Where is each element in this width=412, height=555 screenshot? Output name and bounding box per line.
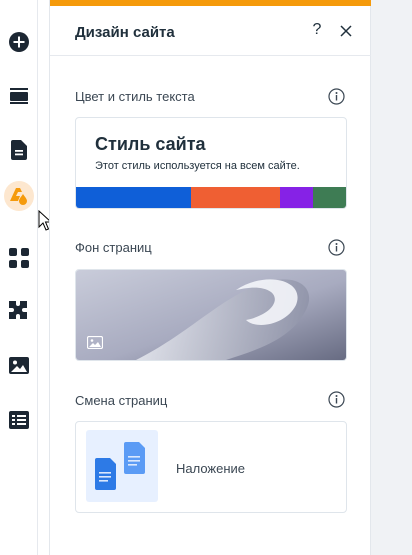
palette-swatch — [280, 187, 313, 208]
apps-grid-icon — [9, 248, 29, 268]
info-icon[interactable] — [328, 239, 345, 256]
image-badge-icon — [87, 336, 103, 349]
editor-canvas-edge — [371, 0, 412, 555]
info-icon[interactable] — [328, 88, 345, 105]
add-circle-icon — [9, 32, 29, 52]
palette-swatch — [76, 187, 191, 208]
page-transitions-card[interactable]: Наложение — [75, 421, 347, 513]
transition-value: Наложение — [176, 461, 246, 476]
pages-icon — [11, 140, 27, 160]
help-button[interactable]: ? — [308, 21, 326, 41]
sidebar-item-business[interactable] — [0, 294, 38, 328]
sidebar-item-media[interactable] — [0, 348, 38, 382]
style-preview-subtitle: Этот стиль используется на всем сайте. — [95, 160, 300, 172]
page-background-card[interactable] — [75, 269, 347, 361]
transition-preview — [86, 430, 158, 502]
style-preview-title: Стиль сайта — [95, 134, 206, 154]
palette-swatch — [191, 187, 280, 208]
sidebar-item-apps[interactable] — [0, 241, 38, 275]
menus-icon — [10, 88, 28, 104]
overlapping-pages-icon — [95, 442, 145, 490]
page-transitions-label: Смена страниц — [75, 393, 168, 408]
close-icon[interactable] — [338, 23, 354, 39]
panel-title: Дизайн сайта — [75, 24, 175, 41]
info-icon[interactable] — [328, 391, 345, 408]
sidebar-item-menus[interactable] — [0, 79, 38, 113]
left-sidebar — [0, 0, 38, 555]
sidebar-item-cms[interactable] — [0, 403, 38, 437]
image-icon — [9, 356, 29, 374]
puzzle-icon — [9, 301, 27, 319]
site-design-panel: Дизайн сайта ? Цвет и стиль текста Стиль… — [49, 0, 372, 555]
panel-header: Дизайн сайта ? — [50, 6, 372, 56]
sidebar-item-pages[interactable] — [0, 133, 38, 167]
palette-swatch — [313, 187, 346, 208]
table-icon — [9, 411, 29, 429]
text-style-card[interactable]: Стиль сайта Этот стиль используется на в… — [75, 117, 347, 209]
sidebar-item-site-design[interactable] — [0, 179, 38, 213]
text-style-label: Цвет и стиль текста — [75, 89, 195, 104]
color-palette — [76, 187, 346, 208]
paint-drop-icon — [10, 188, 27, 205]
sidebar-item-add[interactable] — [0, 25, 38, 59]
background-preview-image — [76, 270, 346, 360]
page-background-label: Фон страниц — [75, 240, 152, 255]
